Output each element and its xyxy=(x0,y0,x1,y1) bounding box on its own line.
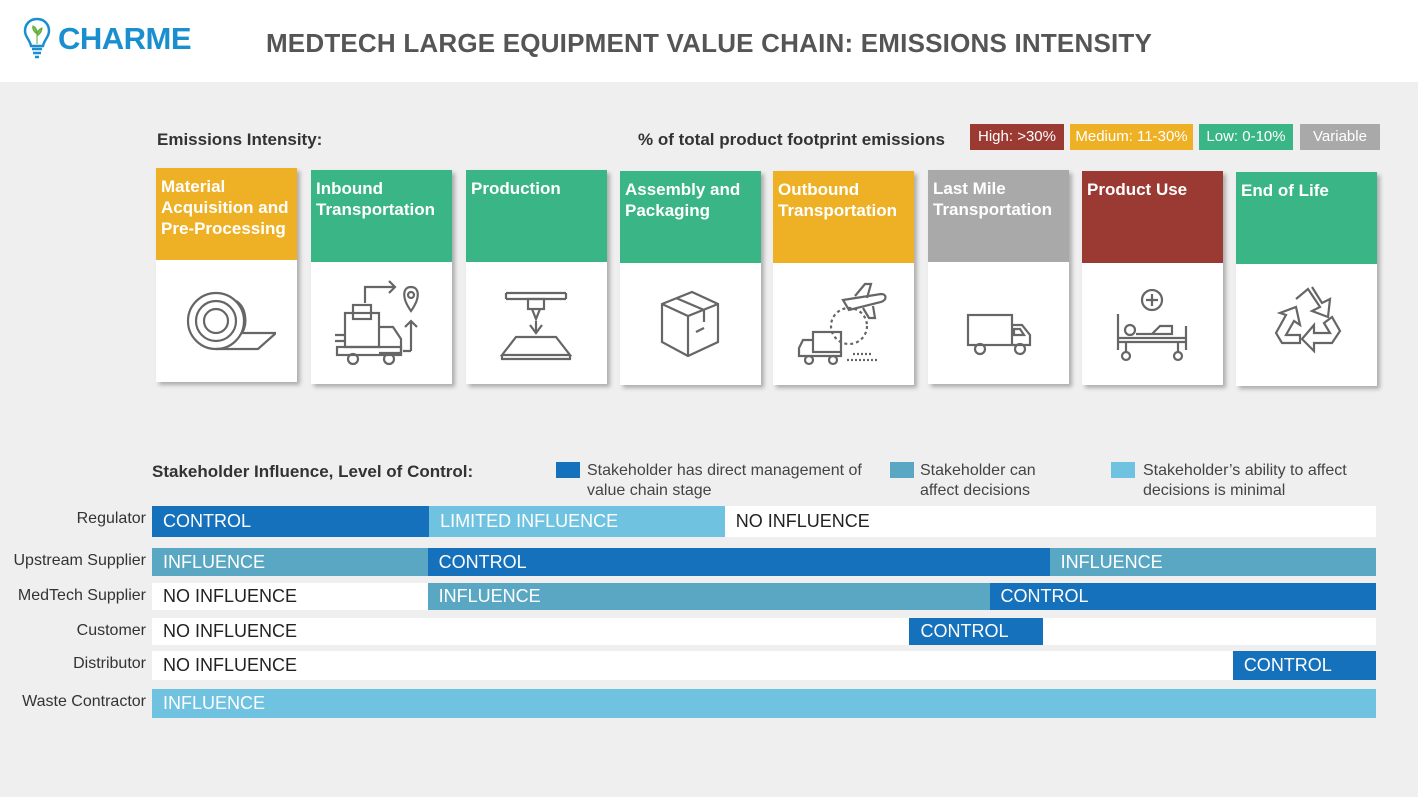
stage-title: Assembly and Packaging xyxy=(620,171,761,263)
legend-variable: Variable xyxy=(1300,124,1380,150)
truck-icon xyxy=(966,313,1032,356)
stage-card-material: Material Acquisition and Pre-Processing xyxy=(156,168,297,382)
legend-high: High: >30% xyxy=(970,124,1064,150)
stakeholder-label: Stakeholder Influence, Level of Control: xyxy=(152,462,474,481)
segment-control: CONTROL xyxy=(1232,651,1376,680)
legend-influence-swatch xyxy=(890,462,914,478)
legend-control-swatch xyxy=(556,462,580,478)
stage-card-product-use: Product Use xyxy=(1082,171,1223,385)
stage-title: Production xyxy=(466,170,607,262)
segment-control: CONTROL xyxy=(909,618,1044,645)
segment-no-influence xyxy=(1043,618,1376,645)
footprint-label: % of total product footprint emissions xyxy=(638,130,945,149)
segment-no-influence: NO INFLUENCE xyxy=(724,506,1376,537)
legend-minimal-swatch xyxy=(1111,462,1135,478)
box-icon xyxy=(660,290,720,358)
stage-card-production: Production xyxy=(466,170,607,384)
header: CHARME MEDTECH LARGE EQUIPMENT VALUE CHA… xyxy=(0,0,1418,82)
stakeholder-name: Waste Contractor xyxy=(22,693,146,710)
stage-title: End of Life xyxy=(1236,172,1377,264)
segment-control: CONTROL xyxy=(152,506,430,537)
segment-influence: INFLUENCE xyxy=(152,548,428,576)
stage-card-last-mile: Last Mile Transportation xyxy=(928,170,1069,384)
legend-medium: Medium: 11-30% xyxy=(1070,124,1193,150)
stage-card-assembly: Assembly and Packaging xyxy=(620,171,761,385)
segment-control: CONTROL xyxy=(989,583,1376,610)
legend-low: Low: 0-10% xyxy=(1199,124,1293,150)
segment-no-influence: NO INFLUENCE xyxy=(152,651,1233,680)
stage-title: Material Acquisition and Pre-Processing xyxy=(156,168,297,260)
segment-no-influence: NO INFLUENCE xyxy=(152,618,910,645)
stakeholder-name: Regulator xyxy=(76,510,146,527)
segment-limited-influence: INFLUENCE xyxy=(152,689,1376,718)
segment-control: CONTROL xyxy=(427,548,1050,576)
stage-card-inbound: Inbound Transportation xyxy=(311,170,452,384)
hospital-bed-icon xyxy=(1116,288,1188,362)
recycle-icon xyxy=(1274,286,1342,354)
page-title: MEDTECH LARGE EQUIPMENT VALUE CHAIN: EMI… xyxy=(265,28,1153,58)
legend-influence-text: Stakeholder can affect decisions xyxy=(920,462,1036,499)
delivery-route-icon xyxy=(335,280,419,366)
stakeholder-name: MedTech Supplier xyxy=(17,587,146,604)
stage-title: Product Use xyxy=(1082,171,1223,263)
fabric-roll-icon xyxy=(186,291,276,351)
segment-influence: INFLUENCE xyxy=(1049,548,1376,576)
stage-card-end-of-life: End of Life xyxy=(1236,172,1377,386)
stakeholder-name: Distributor xyxy=(73,655,146,672)
stakeholder-name: Upstream Supplier xyxy=(13,552,147,569)
emissions-intensity-label: Emissions Intensity: xyxy=(157,130,323,149)
segment-no-influence: NO INFLUENCE xyxy=(152,583,428,610)
stage-title: Last Mile Transportation xyxy=(928,170,1069,262)
stakeholder-name: Customer xyxy=(76,622,146,639)
legend-control-text: Stakeholder has direct management of val… xyxy=(587,462,862,499)
segment-influence: INFLUENCE xyxy=(427,583,990,610)
segment-limited-influence: LIMITED INFLUENCE xyxy=(429,506,725,537)
legend-minimal-text: Stakeholder’s ability to affect decision… xyxy=(1143,462,1347,499)
stage-title: Outbound Transportation xyxy=(773,171,914,263)
stage-title: Inbound Transportation xyxy=(311,170,452,262)
stage-card-outbound: Outbound Transportation xyxy=(773,171,914,385)
plane-truck-icon xyxy=(797,282,887,366)
3d-printer-icon xyxy=(499,291,573,361)
